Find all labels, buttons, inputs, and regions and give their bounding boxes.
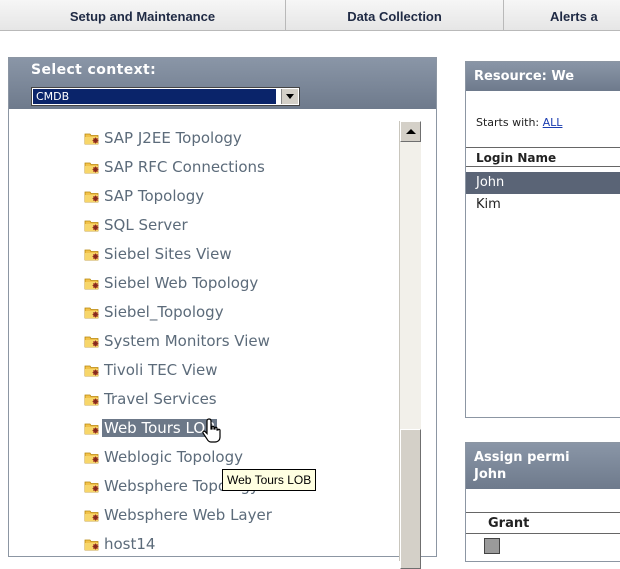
view-folder-icon	[84, 536, 100, 552]
select-context-label: Select context:	[31, 62, 157, 78]
resource-panel: Resource: We Starts with: ALL Login Name…	[465, 61, 620, 418]
context-header: Select context: CMDB	[9, 58, 436, 109]
grant-column-header: Grant	[466, 512, 620, 534]
tree-item[interactable]: SAP Topology	[84, 185, 206, 207]
tree-item[interactable]: Siebel_Topology	[84, 301, 226, 323]
resource-panel-title: Resource: We	[466, 62, 620, 91]
scroll-up-button[interactable]	[400, 121, 421, 142]
view-folder-icon	[84, 420, 100, 436]
view-folder-icon	[84, 188, 100, 204]
view-folder-icon	[84, 507, 100, 523]
view-folder-icon	[84, 159, 100, 175]
tree-item-label: SAP Topology	[104, 187, 205, 205]
starts-with-label: Starts with:	[476, 116, 540, 129]
top-tab-bar: Setup and Maintenance Data Collection Al…	[0, 0, 620, 31]
assign-permissions-title: Assign permi John	[466, 443, 620, 489]
tree-item-label: Websphere Web Layer	[104, 506, 272, 524]
tree-item-label: SQL Server	[104, 216, 188, 234]
tree-item-label: Siebel Web Topology	[104, 274, 259, 292]
view-folder-icon	[84, 217, 100, 233]
tree-item-label: System Monitors View	[104, 332, 270, 350]
tree-item-label: Weblogic Topology	[104, 448, 243, 466]
tree-item[interactable]: SAP RFC Connections	[84, 156, 267, 178]
tree-item[interactable]: Weblogic Topology	[84, 446, 245, 468]
tree-item-label: SAP J2EE Topology	[104, 129, 242, 147]
starts-with-filter: Starts with: ALL	[476, 116, 562, 129]
tree-item-label: SAP RFC Connections	[104, 158, 265, 176]
tree-item[interactable]: SAP J2EE Topology	[84, 127, 244, 149]
chevron-down-icon[interactable]	[281, 89, 298, 104]
view-folder-icon	[84, 304, 100, 320]
filter-link-all[interactable]: ALL	[543, 116, 563, 129]
tree-item-label: Siebel Sites View	[104, 245, 232, 263]
view-folder-icon	[84, 333, 100, 349]
assign-permissions-panel: Assign permi John Grant	[465, 442, 620, 562]
tree-item[interactable]: Websphere Web Layer	[84, 504, 274, 526]
login-row-john[interactable]: John	[466, 172, 620, 194]
tree-item-label: Tivoli TEC View	[104, 361, 218, 379]
hand-cursor-icon	[202, 418, 221, 443]
view-folder-icon	[84, 275, 100, 291]
view-folder-icon	[84, 449, 100, 465]
tree-item-label: Siebel_Topology	[104, 303, 224, 321]
scroll-thumb[interactable]	[400, 429, 421, 569]
view-folder-icon	[84, 362, 100, 378]
tree-item[interactable]: Tivoli TEC View	[84, 359, 220, 381]
tab-alerts[interactable]: Alerts a	[504, 0, 620, 30]
view-folder-icon	[84, 391, 100, 407]
tree-item[interactable]: SQL Server	[84, 214, 190, 236]
view-folder-icon	[84, 130, 100, 146]
tab-data-collection[interactable]: Data Collection	[286, 0, 504, 30]
view-folder-icon	[84, 478, 100, 494]
context-dropdown-value: CMDB	[33, 89, 276, 104]
assign-title-line1: Assign permi	[474, 450, 570, 465]
view-folder-icon	[84, 246, 100, 262]
login-name-column-header[interactable]: Login Name	[466, 147, 620, 167]
context-dropdown[interactable]: CMDB	[31, 87, 300, 106]
tree-item-label: host14	[104, 535, 156, 553]
tree-item-tooltip: Web Tours LOB	[222, 469, 317, 491]
tab-setup-and-maintenance[interactable]: Setup and Maintenance	[0, 0, 286, 30]
tree-item[interactable]: System Monitors View	[84, 330, 272, 352]
assign-title-line2: John	[474, 467, 507, 482]
tree-scrollbar[interactable]	[399, 121, 421, 569]
tree-item[interactable]: Siebel Web Topology	[84, 272, 260, 294]
tree-item[interactable]: Travel Services	[84, 388, 219, 410]
tree-item-label: Travel Services	[104, 390, 217, 408]
login-row-kim[interactable]: Kim	[466, 194, 620, 216]
tree-item[interactable]: Siebel Sites View	[84, 243, 234, 265]
